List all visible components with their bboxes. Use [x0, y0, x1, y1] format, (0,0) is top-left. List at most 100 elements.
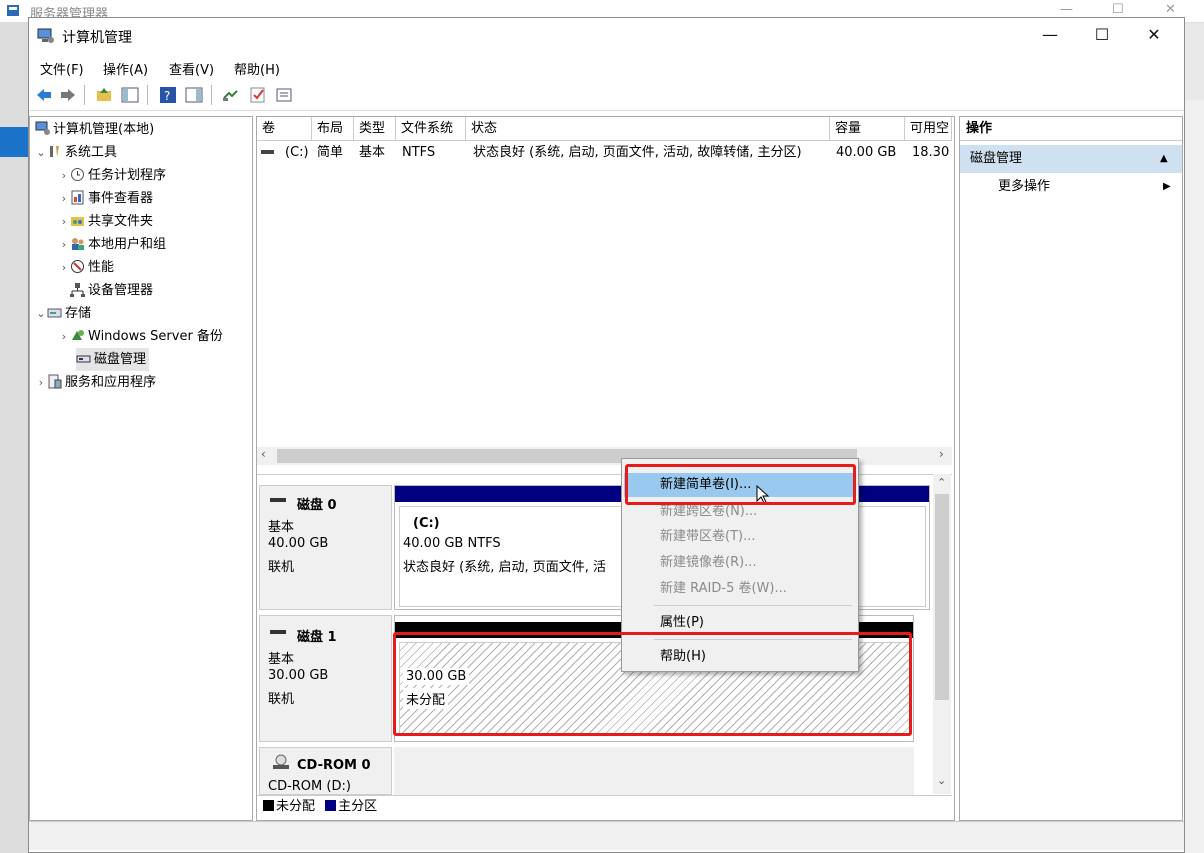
- legend-unallocated-swatch: [263, 800, 274, 811]
- tree-label: 任务计划程序: [88, 168, 167, 183]
- column-header-free[interactable]: 可用空: [905, 117, 952, 141]
- disk-1-name: 磁盘 1: [297, 630, 337, 645]
- users-icon: [72, 238, 84, 250]
- tree-item-storage[interactable]: ⌄ 存储: [35, 302, 91, 325]
- column-header-status[interactable]: 状态: [466, 117, 830, 141]
- disk-icon: [270, 630, 286, 634]
- minimize-button[interactable]: —: [1024, 18, 1076, 52]
- window-title: 计算机管理: [62, 30, 132, 46]
- tree-label: 共享文件夹: [88, 214, 154, 229]
- disk-1-size: 30.00 GB: [268, 668, 329, 683]
- cdrom-name: CD-ROM 0: [297, 758, 371, 773]
- close-button[interactable]: ✕: [1128, 18, 1180, 52]
- connect-icon[interactable]: [221, 86, 239, 104]
- disk-1-label[interactable]: 磁盘 1 基本 30.00 GB 联机: [259, 615, 392, 742]
- chevron-right-icon[interactable]: ›: [58, 187, 70, 210]
- properties-list-icon[interactable]: [275, 86, 293, 104]
- tree-item-disk-management[interactable]: 磁盘管理: [76, 348, 150, 371]
- forward-icon[interactable]: [59, 86, 77, 104]
- tree-item-event-viewer[interactable]: › 事件查看器: [58, 187, 153, 210]
- red-highlight-unallocated: [393, 632, 912, 736]
- tree-item-device-manager[interactable]: 设备管理器: [70, 279, 153, 302]
- chevron-down-icon[interactable]: ⌄: [35, 302, 47, 325]
- actions-more[interactable]: 更多操作 ▶: [998, 175, 1180, 199]
- tree-label: 设备管理器: [88, 283, 154, 298]
- up-folder-icon[interactable]: [95, 86, 113, 104]
- column-header-layout[interactable]: 布局: [312, 117, 354, 141]
- tools-icon: [50, 146, 59, 157]
- toolbar-separator: [84, 85, 85, 105]
- cell-volume: (C:): [285, 145, 309, 160]
- show-action-pane-icon[interactable]: [185, 86, 203, 104]
- background-maximize-button[interactable]: ☐: [1112, 2, 1124, 17]
- help-icon[interactable]: ?: [159, 86, 177, 104]
- table-row[interactable]: (C:) 简单 基本 NTFS 状态良好 (系统, 启动, 页面文件, 活动, …: [257, 143, 952, 163]
- toolbar-separator: [211, 85, 212, 105]
- computer-management-icon: [35, 121, 50, 135]
- volume-icon: [261, 150, 274, 154]
- tree-label: 本地用户和组: [88, 237, 167, 252]
- menu-file[interactable]: 文件(F): [40, 59, 84, 78]
- tree-item-windows-backup[interactable]: › Windows Server 备份: [58, 325, 223, 348]
- chevron-right-icon[interactable]: ›: [58, 210, 70, 233]
- background-close-button[interactable]: ✕: [1165, 2, 1176, 17]
- scroll-left-icon[interactable]: ‹: [261, 447, 266, 461]
- column-header-filesystem[interactable]: 文件系统: [396, 117, 466, 141]
- services-icon: [48, 374, 62, 389]
- disk-0-name: 磁盘 0: [297, 498, 337, 513]
- background-blue-tile: [0, 127, 28, 157]
- device-manager-icon: [70, 283, 85, 297]
- menu-bar: 文件(F) 操作(A) 查看(V) 帮助(H): [29, 54, 1184, 80]
- tree-item-services[interactable]: › 服务和应用程序: [35, 371, 156, 394]
- scroll-right-icon[interactable]: ›: [939, 447, 944, 461]
- show-hide-tree-icon[interactable]: [121, 86, 139, 104]
- tree-item-root[interactable]: 计算机管理(本地): [35, 118, 154, 141]
- chevron-right-icon[interactable]: ›: [58, 164, 70, 187]
- cell-status: 状态良好 (系统, 启动, 页面文件, 活动, 故障转储, 主分区): [473, 145, 802, 160]
- actions-header: 操作: [960, 117, 1182, 141]
- background-minimize-button[interactable]: —: [1060, 2, 1073, 17]
- scroll-up-icon[interactable]: ⌃: [937, 476, 946, 489]
- back-icon[interactable]: [35, 86, 53, 104]
- disk-0-label[interactable]: 磁盘 0 基本 40.00 GB 联机: [259, 485, 392, 610]
- legend-primary-swatch: [325, 800, 337, 811]
- menu-new-raid5-volume[interactable]: 新建 RAID-5 卷(W)...: [624, 577, 854, 601]
- menu-new-striped-volume[interactable]: 新建带区卷(T)...: [624, 525, 854, 549]
- column-header-volume[interactable]: 卷: [257, 117, 312, 141]
- disk-icon: [270, 498, 286, 502]
- backup-icon: [72, 330, 84, 340]
- menu-view[interactable]: 查看(V): [169, 59, 214, 78]
- column-header-type[interactable]: 类型: [354, 117, 396, 141]
- event-viewer-icon: [71, 190, 84, 205]
- tree-item-shared-folders[interactable]: › 共享文件夹: [58, 210, 153, 233]
- scroll-down-icon[interactable]: ⌄: [937, 774, 946, 787]
- collapse-up-icon[interactable]: ▲: [1160, 145, 1168, 173]
- chevron-right-icon[interactable]: ›: [58, 325, 70, 348]
- tree-item-task-scheduler[interactable]: › 任务计划程序: [58, 164, 166, 187]
- maximize-button[interactable]: ☐: [1076, 18, 1128, 52]
- menu-new-mirrored-volume[interactable]: 新建镜像卷(R)...: [624, 551, 854, 575]
- chevron-right-icon[interactable]: ›: [58, 233, 70, 256]
- column-header-capacity[interactable]: 容量: [830, 117, 905, 141]
- menu-help[interactable]: 帮助(H): [234, 59, 280, 78]
- clock-icon: [71, 168, 84, 181]
- toolbar-separator: [147, 85, 148, 105]
- actions-more-label: 更多操作: [998, 179, 1051, 194]
- menu-action[interactable]: 操作(A): [103, 59, 148, 78]
- menu-separator: [654, 605, 852, 606]
- vertical-scrollbar[interactable]: ⌃ ⌄: [933, 474, 951, 794]
- chevron-right-icon[interactable]: ›: [58, 256, 70, 279]
- tree-item-system-tools[interactable]: ⌄ 系统工具: [35, 141, 117, 164]
- chevron-down-icon[interactable]: ⌄: [35, 141, 47, 164]
- tree-item-performance[interactable]: › 性能: [58, 256, 114, 279]
- computer-management-window: 计算机管理 — ☐ ✕ 文件(F) 操作(A) 查看(V) 帮助(H) ? 计算…: [28, 17, 1185, 853]
- check-icon[interactable]: [249, 86, 267, 104]
- cdrom-label[interactable]: CD-ROM 0 CD-ROM (D:): [259, 747, 392, 795]
- chevron-right-icon[interactable]: ›: [35, 371, 47, 394]
- background-scrollbar[interactable]: [1182, 100, 1204, 853]
- tree-item-local-users[interactable]: › 本地用户和组: [58, 233, 166, 256]
- tree-label: 计算机管理(本地): [53, 122, 155, 137]
- actions-section-disk-management[interactable]: 磁盘管理 ▲: [960, 145, 1182, 173]
- cell-filesystem: NTFS: [402, 145, 436, 160]
- scrollbar-thumb[interactable]: [935, 494, 949, 700]
